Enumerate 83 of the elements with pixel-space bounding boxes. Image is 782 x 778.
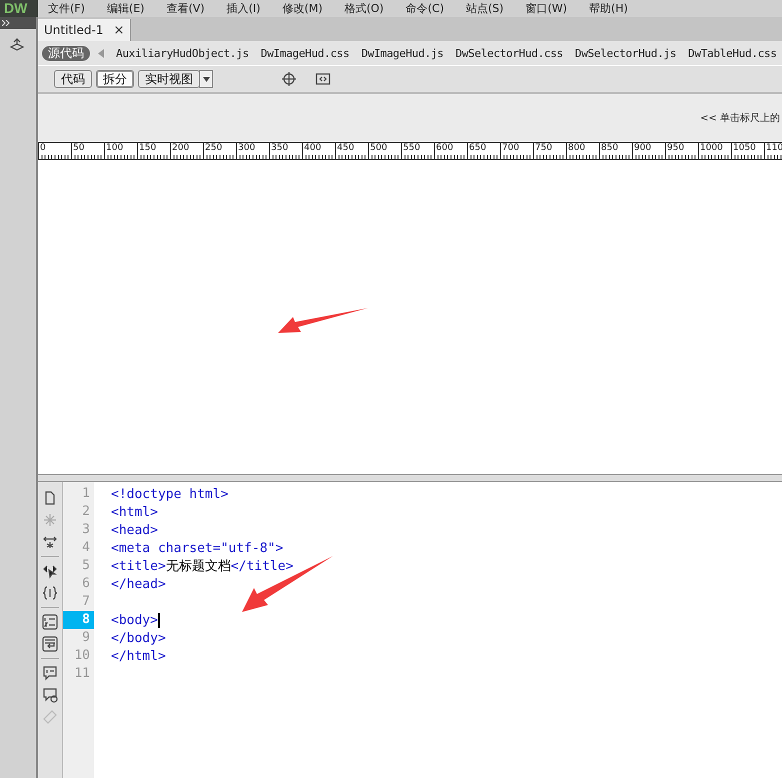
code-tag: <title> xyxy=(111,558,166,574)
source-code-button[interactable]: 源代码 xyxy=(42,46,90,60)
code-tag: </html> xyxy=(111,648,166,664)
code-tag: </title> xyxy=(230,558,294,574)
ruler-label: 700 xyxy=(500,143,533,159)
related-file-link[interactable]: DwTableHud.css xyxy=(688,46,777,60)
ruler-label: 900 xyxy=(632,143,665,159)
line-number: 7 xyxy=(81,593,91,611)
close-button[interactable]: × xyxy=(113,22,124,38)
document-tab[interactable]: Untitled-1 × xyxy=(38,19,132,41)
line-number: 4 xyxy=(81,539,91,557)
ruler-label: 250 xyxy=(203,143,236,159)
layers-icon[interactable] xyxy=(9,37,25,53)
line-number: 1 xyxy=(81,485,91,503)
line-number: 5 xyxy=(81,557,91,575)
code-text: 无标题文档 xyxy=(166,558,231,575)
menu-item[interactable]: 窗口(W) xyxy=(526,2,568,16)
line-number: 3 xyxy=(81,521,91,539)
code-tag: <meta charset="utf-8"> xyxy=(111,540,284,556)
ruler-label: 850 xyxy=(599,143,632,159)
ruler-label: 150 xyxy=(137,143,170,159)
app-logo: DW xyxy=(0,0,38,17)
ruler-label: 450 xyxy=(335,143,368,159)
dropdown-button[interactable] xyxy=(199,70,213,88)
code-tag: <!doctype html> xyxy=(111,486,228,502)
menu-item[interactable]: 命令(C) xyxy=(406,2,444,16)
code-tag: </body> xyxy=(111,630,166,646)
line-number: 6 xyxy=(81,575,91,593)
code-tag: </head> xyxy=(111,576,166,592)
ruler-label: 400 xyxy=(302,143,335,159)
menu-item[interactable]: 插入(I) xyxy=(226,2,260,16)
expand-icon[interactable] xyxy=(2,20,10,26)
line-number: 11 xyxy=(73,665,91,683)
ruler-label: 750 xyxy=(533,143,566,159)
line-number: 10 xyxy=(73,647,91,665)
cursor-icon[interactable] xyxy=(42,563,58,579)
menu-item[interactable]: 查看(V) xyxy=(166,2,205,16)
ruler-label: 300 xyxy=(236,143,269,159)
menu-item[interactable]: 编辑(E) xyxy=(106,2,144,16)
ruler-label: 1000 xyxy=(698,143,731,159)
ruler-label: 950 xyxy=(665,143,698,159)
related-file-link[interactable]: DwSelectorHud.js xyxy=(575,46,676,60)
ruler-label: 650 xyxy=(467,143,500,159)
braces-icon[interactable] xyxy=(42,585,58,601)
related-file-link[interactable]: AuxiliaryHudObject.js xyxy=(116,46,249,60)
menu-item[interactable]: 文件(F) xyxy=(48,2,85,16)
comment-remove-icon[interactable] xyxy=(42,687,58,703)
ruler-label: 200 xyxy=(170,143,203,159)
ruler-label: 1050 xyxy=(731,143,764,159)
ruler-label: 800 xyxy=(566,143,599,159)
ruler-label: 50 xyxy=(71,143,104,159)
related-file-link[interactable]: DwImageHud.js xyxy=(361,46,444,60)
caret-icon xyxy=(202,76,210,82)
related-file-link[interactable]: DwSelectorHud.css xyxy=(456,46,563,60)
code-tag: <html> xyxy=(111,504,158,520)
view-button[interactable]: 实时视图 xyxy=(138,70,200,88)
ruler-label: 600 xyxy=(434,143,467,159)
code-icon[interactable] xyxy=(315,71,331,87)
line-number: 9 xyxy=(81,629,91,647)
ruler-label: 100 xyxy=(104,143,137,159)
menu-item[interactable]: 格式(O) xyxy=(344,2,384,16)
menu-item[interactable]: 帮助(H) xyxy=(589,2,628,16)
tab-title: Untitled-1 xyxy=(44,23,104,37)
wrap-icon[interactable] xyxy=(42,636,58,652)
comment-icon[interactable] xyxy=(42,665,58,681)
expand-icon[interactable] xyxy=(42,534,58,550)
hint-text: << 单击标尺上的 xyxy=(699,112,780,126)
related-file-link[interactable]: DwImageHud.css xyxy=(260,46,350,60)
ruler-label: 0 xyxy=(38,143,71,159)
ruler-label: 350 xyxy=(269,143,302,159)
view-button[interactable]: 代码 xyxy=(54,70,92,88)
numbered-list-icon[interactable] xyxy=(42,614,58,630)
line-number: 8 xyxy=(63,611,94,629)
crosshair-icon[interactable] xyxy=(281,71,297,87)
ruler-label: 500 xyxy=(368,143,401,159)
line-number: 2 xyxy=(81,503,91,521)
ruler-label: 550 xyxy=(401,143,434,159)
menu-item[interactable]: 站点(S) xyxy=(466,2,504,16)
menu-item[interactable]: 修改(M) xyxy=(282,2,322,16)
view-button[interactable]: 拆分 xyxy=(96,70,134,88)
code-tag: <body> xyxy=(111,612,158,628)
code-tag: <head> xyxy=(111,522,158,538)
text-cursor xyxy=(158,612,160,628)
